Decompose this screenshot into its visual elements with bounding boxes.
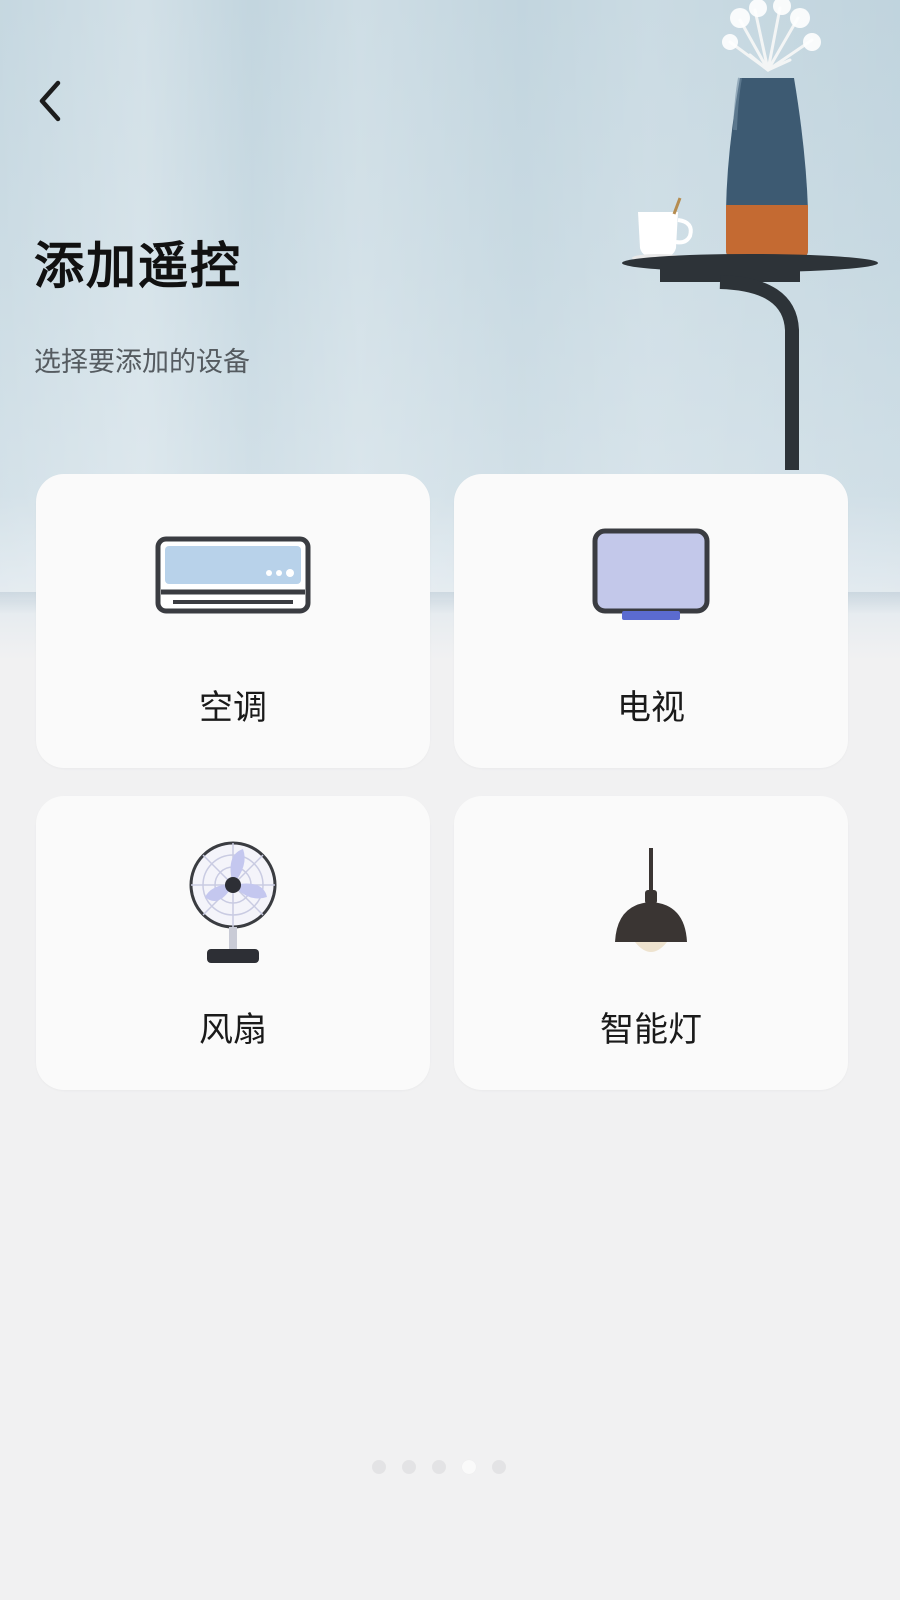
page-dot [432,1460,446,1474]
device-label-smart-light: 智能灯 [600,1010,702,1050]
air-conditioner-icon [155,536,311,614]
device-label-fan: 风扇 [199,1010,267,1050]
page-dot [372,1460,386,1474]
tv-icon [592,528,710,620]
chevron-left-icon [39,80,61,122]
pendant-lamp-icon [615,848,687,952]
device-card-tv[interactable]: 电视 [454,474,848,768]
page-dot [402,1460,416,1474]
device-label-air-conditioner: 空调 [199,688,267,728]
back-button[interactable] [30,78,70,124]
device-grid: 空调 电视 风扇 智能灯 [36,474,864,1090]
device-card-fan[interactable]: 风扇 [36,796,430,1090]
fan-icon [189,841,277,963]
device-card-smart-light[interactable]: 智能灯 [454,796,848,1090]
page-subtitle: 选择要添加的设备 [34,347,250,378]
page-indicator [372,1460,506,1474]
page-title: 添加遥控 [34,237,242,295]
page-dot [492,1460,506,1474]
device-card-air-conditioner[interactable]: 空调 [36,474,430,768]
vase-table-decoration [622,0,878,470]
device-label-tv: 电视 [617,688,685,728]
page-dot-active [462,1460,476,1474]
